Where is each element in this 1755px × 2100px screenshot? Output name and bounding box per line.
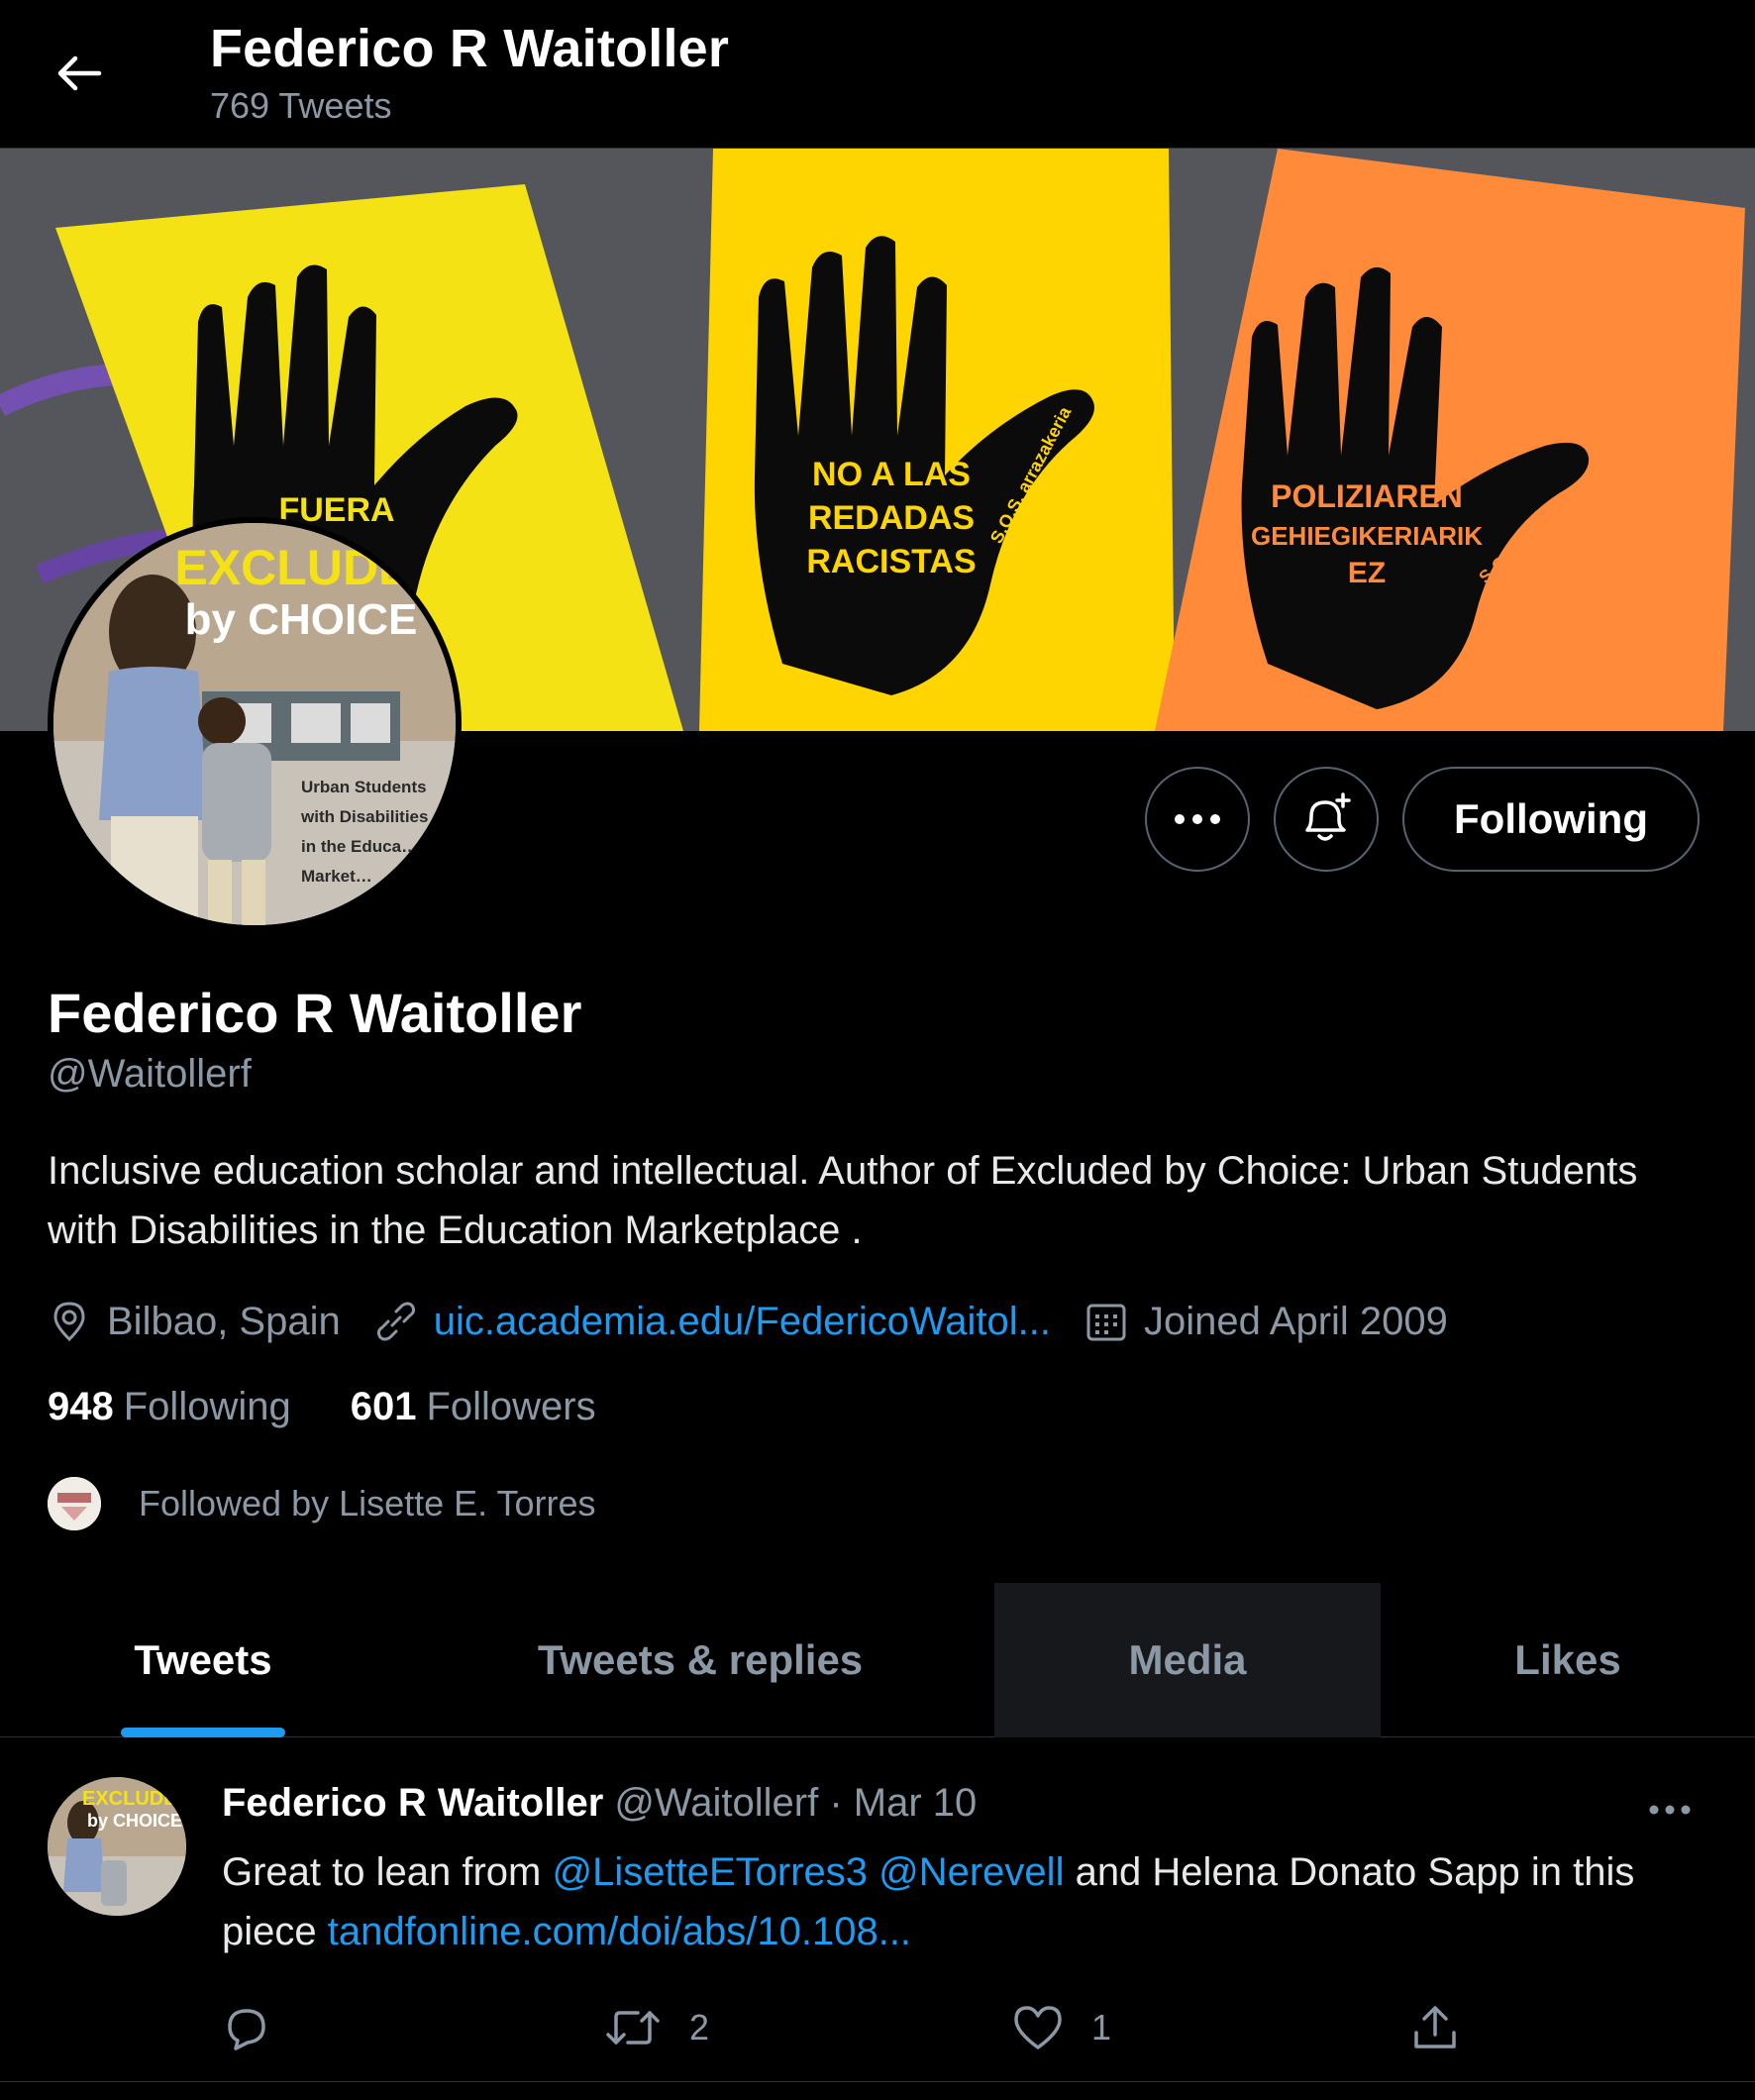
link-icon xyxy=(376,1302,415,1341)
tweet-text-pre: Great to lean from xyxy=(222,1850,553,1894)
followers-count-link[interactable]: 601 Followers xyxy=(351,1385,596,1429)
website[interactable]: uic.academia.edu/FedericoWaitol... xyxy=(374,1300,1051,1344)
following-count-link[interactable]: 948 Following xyxy=(48,1385,291,1429)
tweet-avatar-line2: by CHOICE xyxy=(87,1811,182,1831)
tab-likes-label: Likes xyxy=(1514,1636,1621,1683)
profile-avatar[interactable]: EXCLUDED by CHOICE Urban Students with D… xyxy=(48,517,462,931)
tab-tweets[interactable]: Tweets xyxy=(0,1583,406,1737)
like-count: 1 xyxy=(1091,2007,1112,2048)
location: Bilbao, Spain xyxy=(48,1300,341,1344)
tab-media[interactable]: Media xyxy=(994,1583,1381,1737)
followed-by-link[interactable]: Followed by Lisette E. Torres xyxy=(48,1476,596,1531)
more-options-button[interactable] xyxy=(1145,767,1250,872)
tweet-header: Federico R Waitoller @Waitollerf · Mar 1… xyxy=(222,1781,977,1826)
tab-tweets-label: Tweets xyxy=(134,1636,272,1683)
heart-icon xyxy=(1014,2006,1062,2049)
avatar-sub-2: with Disabilities xyxy=(300,807,428,826)
retweet-icon xyxy=(606,2011,660,2045)
tweet-item[interactable]: EXCLUDED by CHOICE Federico R Waitoller … xyxy=(0,1739,1755,2082)
like-button[interactable]: 1 xyxy=(1012,1993,1111,2062)
notifications-button[interactable] xyxy=(1274,767,1379,872)
profile-name: Federico R Waitoller xyxy=(48,982,582,1044)
top-bar: Federico R Waitoller 769 Tweets xyxy=(0,0,1755,149)
share-icon xyxy=(1414,2006,1456,2048)
website-link[interactable]: uic.academia.edu/FedericoWaitol... xyxy=(434,1300,1051,1344)
tweet-avatar-image: EXCLUDED by CHOICE xyxy=(48,1777,186,1916)
avatar-sub-4: Market… xyxy=(301,867,372,886)
banner-sign2-line3: RACISTAS xyxy=(806,543,976,580)
follow-counts: 948 Following 601 Followers xyxy=(48,1385,656,1429)
header-title: Federico R Waitoller xyxy=(210,19,730,78)
following-count: 948 xyxy=(48,1385,114,1428)
banner-sign2-line2: REDADAS xyxy=(808,499,975,537)
active-tab-indicator xyxy=(121,1728,285,1737)
followers-count: 601 xyxy=(350,1385,417,1428)
tweet-date[interactable]: Mar 10 xyxy=(854,1781,978,1825)
joined-date: Joined April 2009 xyxy=(1084,1300,1448,1344)
banner-sign3-line2: GEHIEGIKERIARIK xyxy=(1251,521,1483,551)
tab-likes[interactable]: Likes xyxy=(1381,1583,1755,1737)
avatar-sub-1: Urban Students xyxy=(301,778,427,796)
avatar-title-line2: by CHOICE xyxy=(185,595,418,644)
retweet-button[interactable]: 2 xyxy=(604,1993,709,2062)
reply-button[interactable] xyxy=(222,1993,299,2062)
tweet-separator: · xyxy=(829,1781,843,1825)
reply-icon xyxy=(228,2009,265,2050)
mention-nerevell[interactable]: @Nerevell xyxy=(878,1850,1064,1894)
arrow-left-icon xyxy=(57,55,102,91)
profile-bio: Inclusive education scholar and intellec… xyxy=(48,1149,1638,1252)
tweet-actions: 2 1 xyxy=(222,1993,1509,2062)
location-pin-icon xyxy=(53,1302,85,1342)
retweet-count: 2 xyxy=(689,2007,710,2048)
tab-tweets-replies[interactable]: Tweets & replies xyxy=(406,1583,994,1737)
back-button[interactable] xyxy=(44,44,115,103)
follower-avatar xyxy=(48,1477,101,1530)
tab-media-label: Media xyxy=(1128,1636,1247,1683)
avatar-sub-3: in the Educa… xyxy=(301,837,418,856)
followers-label: Followers xyxy=(426,1385,596,1428)
tweet-author-name[interactable]: Federico R Waitoller xyxy=(222,1781,603,1825)
tweet-author-handle[interactable]: @Waitollerf xyxy=(614,1781,818,1825)
location-text: Bilbao, Spain xyxy=(107,1299,341,1343)
following-button[interactable]: Following xyxy=(1402,767,1700,872)
joined-text: Joined April 2009 xyxy=(1144,1299,1448,1343)
tweet-avatar[interactable]: EXCLUDED by CHOICE xyxy=(48,1777,186,1916)
profile-tabs: Tweets Tweets & replies Media Likes xyxy=(0,1583,1755,1737)
follower-avatar-image xyxy=(48,1477,101,1530)
tweet-link[interactable]: tandfonline.com/doi/abs/10.108... xyxy=(328,1910,911,1953)
followed-by-text: Followed by Lisette E. Torres xyxy=(139,1483,596,1523)
more-horizontal-icon xyxy=(1649,1805,1691,1815)
tweet-more-button[interactable] xyxy=(1640,1785,1700,1835)
calendar-icon xyxy=(1086,1304,1126,1341)
tweet-text: Great to lean from @LisetteETorres3 @Ner… xyxy=(222,1842,1707,1961)
mention-lisette[interactable]: @LisetteETorres3 xyxy=(552,1850,868,1894)
profile-meta: Bilbao, Spain uic.academia.edu/FedericoW… xyxy=(48,1294,1482,1349)
tweet-avatar-line1: EXCLUDED xyxy=(82,1788,186,1810)
more-horizontal-icon xyxy=(1175,814,1220,824)
banner-sign3-line3: EZ xyxy=(1348,557,1386,589)
banner-sign2-line1: NO A LAS xyxy=(812,456,971,493)
banner-sign3-line1: POLIZIAREN xyxy=(1271,478,1463,514)
header-tweet-count: 769 Tweets xyxy=(210,85,392,126)
tab-tweets-replies-label: Tweets & replies xyxy=(537,1636,864,1683)
following-label: Following xyxy=(123,1385,291,1428)
share-button[interactable] xyxy=(1410,1993,1488,2062)
profile-handle: @Waitollerf xyxy=(48,1052,252,1096)
bell-plus-icon xyxy=(1305,792,1351,841)
avatar-image: EXCLUDED by CHOICE Urban Students with D… xyxy=(53,523,456,925)
